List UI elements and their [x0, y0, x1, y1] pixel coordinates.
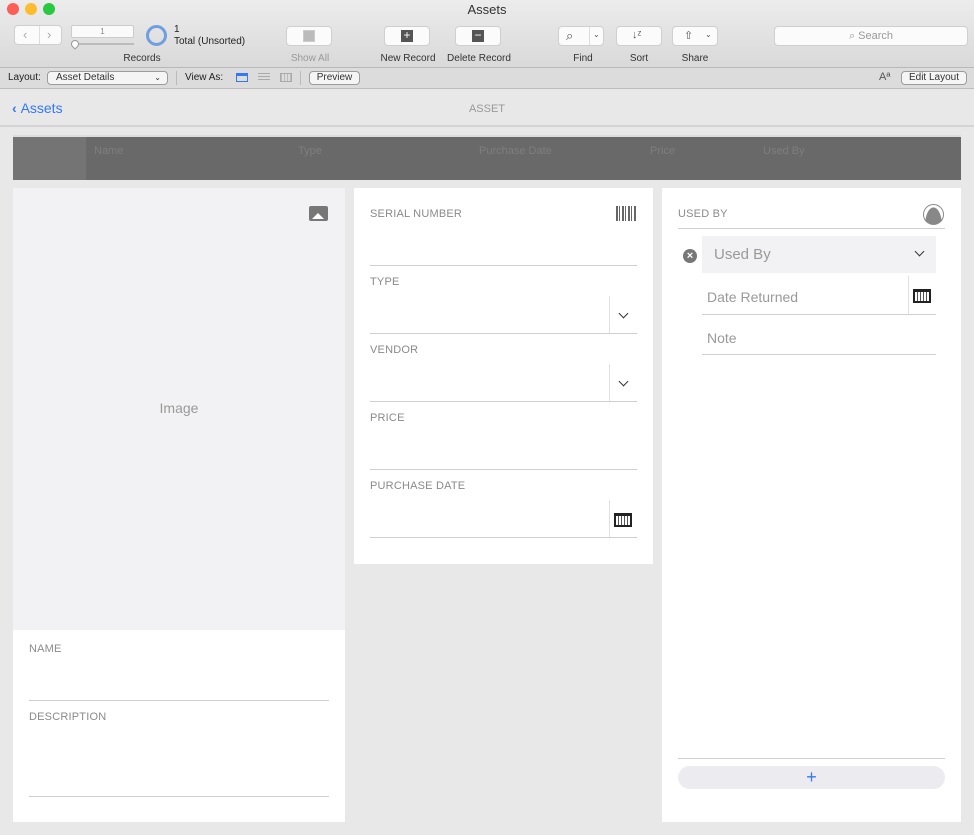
used-by-placeholder: Used By	[714, 246, 771, 263]
column-used-by: Used By	[763, 145, 805, 157]
chevron-down-icon[interactable]: ⌄	[593, 30, 600, 39]
new-record-label: New Record	[380, 53, 436, 64]
form-view-icon[interactable]	[236, 73, 248, 82]
calendar-icon[interactable]	[614, 513, 632, 527]
used-by-title: USED BY	[678, 208, 728, 220]
sort-button[interactable]: ↓ᶻ	[616, 26, 662, 46]
serial-number-field[interactable]	[370, 224, 637, 265]
calendar-icon[interactable]	[913, 289, 931, 303]
font-size-icon[interactable]: Aª	[879, 71, 890, 83]
column-type: Type	[298, 145, 322, 157]
date-returned-placeholder: Date Returned	[707, 289, 799, 305]
search-placeholder: Search	[858, 30, 894, 42]
share-label: Share	[681, 53, 709, 64]
table-view-icon[interactable]	[280, 73, 292, 82]
column-name: Name	[94, 145, 124, 157]
vendor-label: VENDOR	[370, 344, 419, 356]
record-nav-buttons: ‹ ›	[14, 25, 62, 45]
column-purchase-date: Purchase Date	[479, 145, 552, 157]
record-number-input[interactable]	[71, 25, 134, 38]
image-placeholder: Image	[159, 400, 199, 416]
search-field[interactable]: ⌕ Search	[774, 26, 968, 46]
chevron-down-icon	[914, 246, 925, 257]
records-label: Records	[123, 53, 161, 64]
image-icon	[309, 206, 328, 221]
find-label: Find	[573, 53, 593, 64]
find-button[interactable]: ⌕ ⌄	[558, 26, 604, 46]
delete-record-button[interactable]: −	[455, 26, 501, 46]
records-count: 1	[174, 24, 180, 35]
purchase-date-label: PURCHASE DATE	[370, 480, 466, 492]
search-icon: ⌕	[848, 30, 859, 42]
column-price: Price	[650, 145, 676, 157]
navigation-bar: ‹ Assets ASSET	[0, 90, 974, 127]
note-placeholder: Note	[707, 330, 737, 346]
portal-header: Name Type Purchase Date Price Used By	[13, 135, 961, 180]
person-icon	[923, 204, 944, 225]
right-panel: USED BY × Used By Date Returned Note +	[662, 188, 961, 822]
next-record-icon[interactable]: ›	[47, 27, 51, 42]
price-label: PRICE	[370, 412, 405, 424]
remove-row-icon[interactable]: ×	[683, 249, 697, 263]
window-toolbar: Assets ‹ › 1 Total (Unsorted) Records Sh…	[0, 0, 974, 68]
layout-bar: Layout: Asset Details ⌄ View As: Preview …	[0, 68, 974, 89]
show-all-button[interactable]	[286, 26, 332, 46]
chevron-down-icon: ⌄	[154, 73, 161, 82]
sort-az-icon: ↓ᶻ	[632, 29, 642, 41]
description-label: DESCRIPTION	[29, 711, 107, 723]
left-panel: Image NAME DESCRIPTION	[13, 188, 345, 822]
note-field[interactable]: Note	[702, 318, 936, 354]
plus-icon: +	[401, 29, 413, 42]
date-returned-field[interactable]: Date Returned	[702, 276, 936, 314]
share-button[interactable]: ⇧ ⌄	[672, 26, 718, 46]
chevron-down-icon	[618, 308, 629, 319]
preview-button[interactable]: Preview	[309, 71, 360, 85]
barcode-icon	[616, 206, 637, 221]
price-field[interactable]	[370, 428, 637, 469]
middle-panel: SERIAL NUMBER TYPE VENDOR PRICE PURCHASE…	[354, 188, 653, 564]
name-label: NAME	[29, 643, 62, 655]
previous-record-icon[interactable]: ‹	[23, 27, 27, 42]
minus-icon: −	[472, 29, 484, 42]
view-as-label: View As:	[185, 72, 224, 83]
records-pie-icon	[146, 25, 167, 46]
sort-label: Sort	[629, 53, 649, 64]
magnifier-icon: ⌕	[566, 28, 574, 43]
used-by-dropdown[interactable]: Used By	[702, 236, 936, 273]
name-field[interactable]	[29, 658, 329, 700]
window-title: Assets	[467, 2, 507, 17]
description-field[interactable]	[29, 726, 329, 796]
type-dropdown[interactable]	[370, 296, 637, 333]
records-status: Total (Unsorted)	[174, 36, 246, 47]
delete-record-label: Delete Record	[447, 53, 511, 64]
chevron-down-icon: ⌄	[705, 30, 712, 39]
list-view-icon[interactable]	[258, 73, 270, 82]
new-record-button[interactable]: +	[384, 26, 430, 46]
layout-select[interactable]: Asset Details ⌄	[47, 71, 168, 85]
serial-number-label: SERIAL NUMBER	[370, 208, 463, 220]
edit-layout-button[interactable]: Edit Layout	[901, 71, 967, 85]
layout-label: Layout:	[8, 72, 41, 83]
page-title: ASSET	[468, 103, 506, 115]
share-icon: ⇧	[684, 30, 694, 42]
type-label: TYPE	[370, 276, 400, 288]
purchase-date-field[interactable]	[370, 500, 637, 537]
image-container[interactable]: Image	[13, 188, 345, 630]
show-all-label: Show All	[290, 53, 330, 64]
vendor-dropdown[interactable]	[370, 364, 637, 401]
chevron-down-icon	[618, 376, 629, 387]
add-row-button[interactable]: +	[678, 766, 945, 789]
show-all-icon	[303, 30, 315, 42]
layout-value: Asset Details	[56, 72, 115, 83]
record-slider[interactable]	[69, 38, 134, 50]
